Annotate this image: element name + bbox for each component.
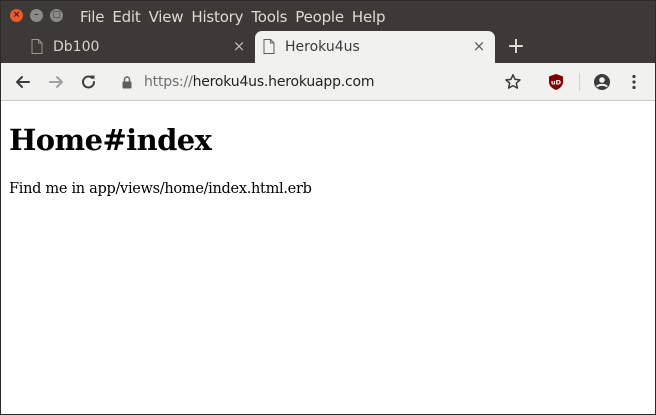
star-icon[interactable] xyxy=(503,72,523,92)
browser-toolbar: https://heroku4us.herokuapp.com uD xyxy=(1,63,655,101)
page-heading: Home#index xyxy=(9,123,212,157)
menu-icon[interactable] xyxy=(624,72,644,92)
menu-history[interactable]: History xyxy=(191,7,243,27)
url-scheme: https:// xyxy=(144,74,193,90)
tab-db100[interactable]: Db100 × xyxy=(23,31,255,63)
tab-heroku4us[interactable]: Heroku4us × xyxy=(255,31,495,63)
url-text: https://heroku4us.herokuapp.com xyxy=(144,74,375,90)
menu-help[interactable]: Help xyxy=(352,7,386,27)
menu-view[interactable]: View xyxy=(149,7,184,27)
new-tab-button[interactable]: + xyxy=(506,36,526,58)
window-close-button[interactable]: × xyxy=(10,9,23,22)
window-minimize-button[interactable]: – xyxy=(30,9,43,22)
ublock-icon[interactable]: uD xyxy=(546,72,566,92)
tab-title: Heroku4us xyxy=(285,39,360,55)
document-icon xyxy=(31,39,43,54)
lock-icon xyxy=(122,76,132,89)
ublock-label: uD xyxy=(551,79,562,87)
toolbar-separator xyxy=(579,73,580,91)
document-icon xyxy=(263,39,275,54)
tab-title: Db100 xyxy=(53,39,100,55)
menu-people[interactable]: People xyxy=(295,7,344,27)
menu-edit[interactable]: Edit xyxy=(112,7,140,27)
profile-icon[interactable] xyxy=(592,72,612,92)
close-icon[interactable]: × xyxy=(231,38,247,54)
close-icon[interactable]: × xyxy=(471,38,487,54)
window-maximize-button[interactable]: □ xyxy=(50,9,63,22)
menu-bar: File Edit View History Tools People Help xyxy=(80,7,393,27)
menu-file[interactable]: File xyxy=(80,7,105,27)
back-icon[interactable] xyxy=(13,72,33,92)
page-text: Find me in app/views/home/index.html.erb xyxy=(9,181,312,197)
tab-strip: Db100 × Heroku4us × + xyxy=(1,31,655,63)
url-host: heroku4us.herokuapp.com xyxy=(192,74,375,90)
reload-icon[interactable] xyxy=(79,72,99,92)
address-bar[interactable]: https://heroku4us.herokuapp.com xyxy=(111,68,533,96)
title-bar: × – □ File Edit View History Tools Peopl… xyxy=(1,1,655,31)
forward-icon[interactable] xyxy=(46,72,66,92)
menu-tools[interactable]: Tools xyxy=(251,7,287,27)
browser-window: × – □ File Edit View History Tools Peopl… xyxy=(0,0,656,415)
page-content: Home#index Find me in app/views/home/ind… xyxy=(1,101,655,414)
